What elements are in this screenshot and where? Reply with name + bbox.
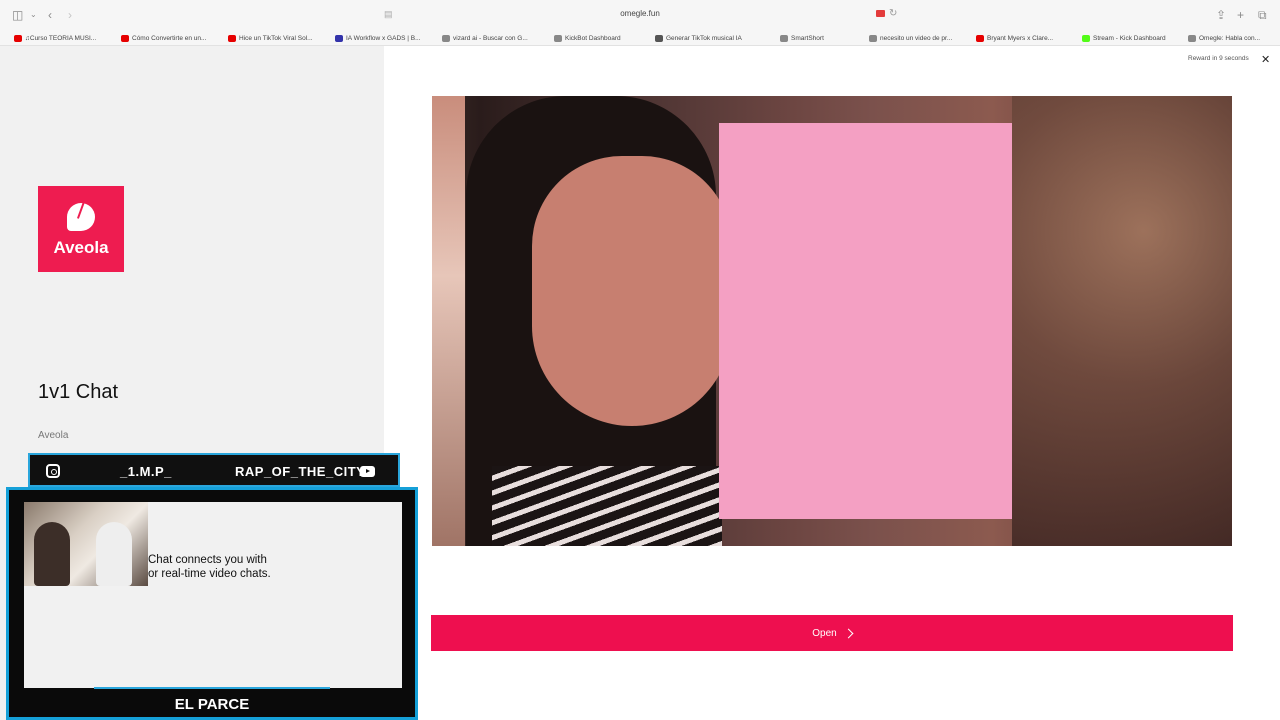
webcam-feed xyxy=(24,502,148,586)
logo-text: Aveola xyxy=(53,238,109,257)
bookmark-label: necesito un video de pr... xyxy=(880,35,953,42)
back-arrow-icon[interactable]: ‹ xyxy=(48,8,52,22)
bookmark-favicon-icon xyxy=(655,35,663,42)
sidebar-toggle-icon[interactable]: ◫ xyxy=(12,8,23,22)
bookmark-favicon-icon xyxy=(554,35,562,42)
bookmark-label: Omegle: Habla con... xyxy=(1199,35,1261,42)
bookmark-label: Hice un TikTok Viral Sol... xyxy=(239,35,313,42)
bookmark-label: Stream - Kick Dashboard xyxy=(1093,35,1166,42)
overlay-social-bar: _1.M.P_ RAP_OF_THE_CITY xyxy=(28,453,400,487)
video-side-strip xyxy=(432,96,465,546)
open-button-label: Open xyxy=(812,627,837,639)
bookmark-item[interactable]: IA Workflow x GADS | B... xyxy=(335,33,421,44)
chevron-right-icon xyxy=(843,628,854,638)
bookmark-item[interactable]: Cómo Convertirte en un... xyxy=(121,33,206,44)
instagram-handle: _1.M.P_ xyxy=(120,464,172,479)
bookmark-favicon-icon xyxy=(442,35,450,42)
streamer-person xyxy=(34,522,70,586)
bookmark-item[interactable]: vizard ai - Buscar con G... xyxy=(442,33,528,44)
youtube-icon xyxy=(360,466,375,477)
instagram-icon xyxy=(46,464,60,478)
open-button[interactable]: Open xyxy=(431,615,1233,651)
bookmark-item[interactable]: necesito un video de pr... xyxy=(869,33,952,44)
share-icon[interactable]: ⇪ xyxy=(1216,8,1226,22)
bookmark-item[interactable]: Hice un TikTok Viral Sol... xyxy=(228,33,313,44)
browser-toolbar: ◫ ⌄ ‹ › ▤ omegle.fun ↻ ⇪ + ⧉ xyxy=(0,0,1280,30)
bookmark-favicon-icon xyxy=(14,35,22,42)
bookmark-label: Bryant Myers x Clare... xyxy=(987,35,1054,42)
censor-block xyxy=(719,123,1012,519)
bookmark-label: SmartShort xyxy=(791,35,824,42)
page-icon: ▤ xyxy=(384,9,393,19)
video-person-face xyxy=(532,156,732,426)
bookmark-item[interactable]: Stream - Kick Dashboard xyxy=(1082,33,1166,44)
ad-description-line: or real-time video chats. xyxy=(148,568,271,580)
bookmark-label: KickBot Dashboard xyxy=(565,35,621,42)
bookmark-favicon-icon xyxy=(228,35,236,42)
address-bar[interactable]: omegle.fun xyxy=(560,9,720,18)
bookmark-favicon-icon xyxy=(869,35,877,42)
bookmark-label: Generar TikTok musical IA xyxy=(666,35,742,42)
overlay-content: Chat connects you with or real-time vide… xyxy=(24,502,402,688)
video-background xyxy=(1012,96,1232,546)
bookmark-favicon-icon xyxy=(335,35,343,42)
tab-overview-icon[interactable]: ⧉ xyxy=(1258,8,1267,22)
bookmark-item[interactable]: Generar TikTok musical IA xyxy=(655,33,742,44)
ad-brand: Aveola xyxy=(38,430,69,441)
bookmark-item[interactable]: ♫Curso TEORIA MUSI... xyxy=(14,33,96,44)
ad-title: 1v1 Chat xyxy=(38,381,119,403)
streamer-name: EL PARCE xyxy=(174,696,250,713)
logo-mark-icon xyxy=(67,203,95,231)
youtube-handle: RAP_OF_THE_CITY xyxy=(235,464,366,479)
chevron-down-icon[interactable]: ⌄ xyxy=(30,8,37,22)
bookmark-item[interactable]: Omegle: Habla con... xyxy=(1188,33,1260,44)
bookmark-item[interactable]: Bryant Myers x Clare... xyxy=(976,33,1053,44)
ad-description: Chat connects you with or real-time vide… xyxy=(148,553,398,581)
stream-overlay: _1.M.P_ RAP_OF_THE_CITY Chat connects yo… xyxy=(6,453,418,720)
video-person-shirt xyxy=(492,466,722,546)
bookmark-label: Cómo Convertirte en un... xyxy=(132,35,207,42)
reward-countdown: Reward in 9 seconds xyxy=(1188,55,1249,62)
streamer-person xyxy=(96,522,132,586)
bookmark-label: vizard ai - Buscar con G... xyxy=(453,35,528,42)
forward-arrow-icon[interactable]: › xyxy=(68,8,72,22)
bookmark-item[interactable]: KickBot Dashboard xyxy=(554,33,621,44)
bookmark-label: IA Workflow x GADS | B... xyxy=(346,35,421,42)
app-logo[interactable]: Aveola xyxy=(38,186,124,272)
ad-description-line: Chat connects you with xyxy=(148,554,267,566)
ad-video[interactable] xyxy=(432,96,1232,546)
bookmarks-bar: ♫Curso TEORIA MUSI... Cómo Convertirte e… xyxy=(0,30,1280,46)
new-tab-icon[interactable]: + xyxy=(1237,8,1244,22)
bookmark-favicon-icon xyxy=(1188,35,1196,42)
bookmark-favicon-icon xyxy=(780,35,788,42)
bookmark-item[interactable]: SmartShort xyxy=(780,33,824,44)
bookmark-favicon-icon xyxy=(976,35,984,42)
reload-icon[interactable]: ↻ xyxy=(889,8,897,19)
bookmark-favicon-icon xyxy=(121,35,129,42)
close-icon[interactable]: ✕ xyxy=(1261,53,1270,66)
camera-recording-icon[interactable] xyxy=(876,10,885,17)
overlay-name-bar: EL PARCE xyxy=(94,687,330,717)
bookmark-favicon-icon xyxy=(1082,35,1090,42)
bookmark-label: ♫Curso TEORIA MUSI... xyxy=(25,35,97,42)
